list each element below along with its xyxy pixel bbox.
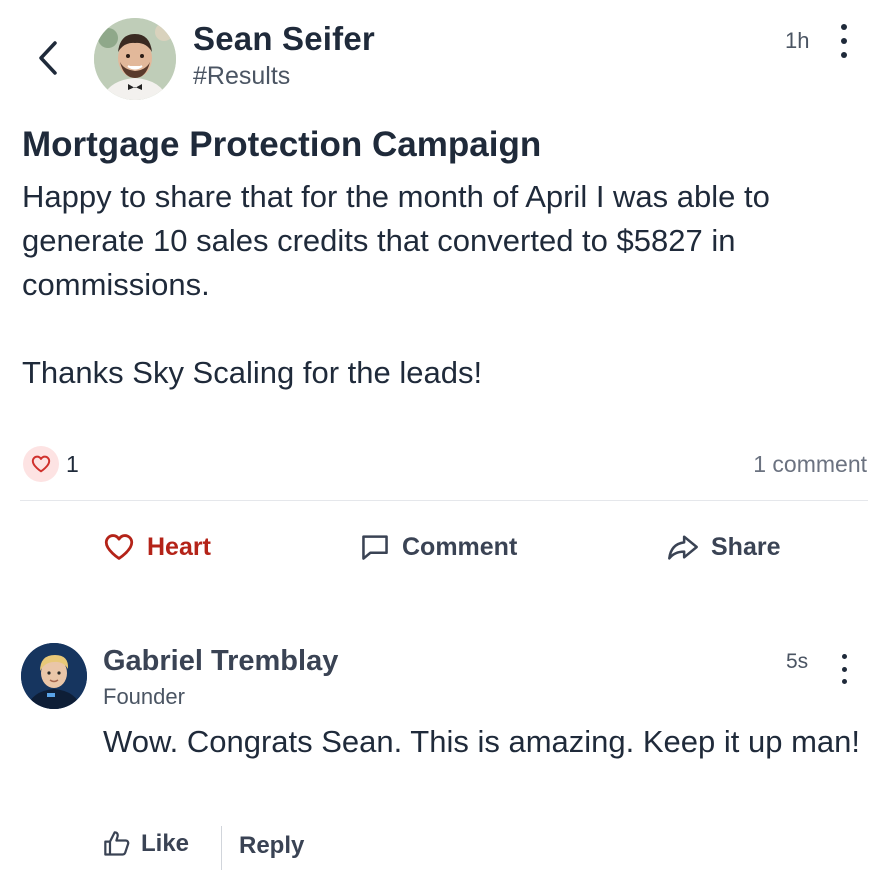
reaction-summary-badge[interactable] [23,446,59,482]
share-label: Share [711,532,781,561]
post-title: Mortgage Protection Campaign [22,125,542,164]
share-arrow-icon [668,535,698,560]
share-button[interactable]: Share [667,528,780,566]
reaction-count: 1 [66,451,79,477]
action-separator [221,826,222,870]
more-vertical-icon [841,24,847,30]
comment-more-button[interactable] [836,654,852,684]
commenter-avatar[interactable] [21,643,87,709]
author-avatar[interactable] [94,18,176,100]
heart-icon [31,455,51,473]
like-button[interactable]: Like [103,830,189,858]
comment-button[interactable]: Comment [360,528,517,566]
chevron-left-icon [39,41,57,75]
like-label: Like [141,830,190,857]
heart-button[interactable]: Heart [103,528,211,566]
post-detail-screen: Sean Seifer #Results 1h Mortgage Protect… [0,0,887,887]
author-name[interactable]: Sean Seifer [193,20,375,58]
back-button[interactable] [30,38,66,78]
channel-tag[interactable]: #Results [193,62,290,91]
heart-label: Heart [147,532,211,561]
post-timestamp: 1h [785,28,810,53]
post-body: Happy to share that for the month of Apr… [22,179,770,390]
more-vertical-icon [841,654,847,659]
heart-icon [104,534,134,560]
comment-count-link[interactable]: 1 comment [753,451,867,478]
divider [20,500,868,501]
thumbs-up-icon [104,831,130,856]
speech-bubble-icon [362,535,388,560]
comment-actions: Like Reply [103,826,403,870]
comment-timestamp: 5s [786,650,809,673]
commenter-name[interactable]: Gabriel Tremblay [103,645,338,678]
comment-text: Wow. Congrats Sean. This is amazing. Kee… [103,724,861,759]
commenter-role: Founder [103,684,185,709]
comment-label: Comment [402,532,518,561]
reply-button[interactable]: Reply [239,832,304,860]
post-more-button[interactable] [836,24,852,58]
